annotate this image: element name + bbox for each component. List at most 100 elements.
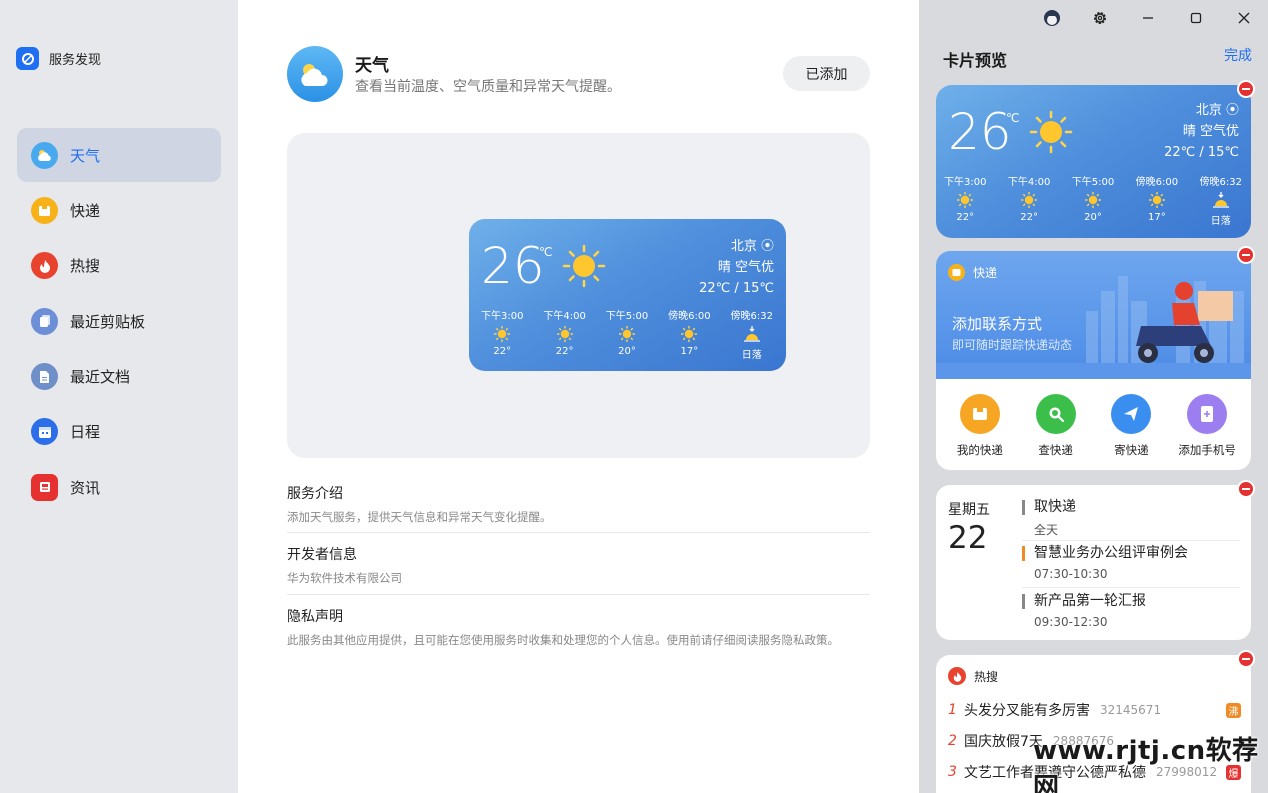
sidebar-item-label: 日程 xyxy=(70,423,101,442)
send-express-button[interactable]: 寄快递 xyxy=(1095,394,1167,458)
hot-title: 头发分叉能有多厉害 xyxy=(964,703,1090,719)
window-controls xyxy=(1028,0,1268,36)
remove-express-card-button[interactable] xyxy=(1237,246,1255,264)
hour-temperature: 17° xyxy=(680,346,699,357)
clipboard-icon xyxy=(31,307,58,335)
hot-search-header: 热搜 xyxy=(948,667,998,685)
info-text: 华为软件技术有限公司 xyxy=(287,571,402,585)
express-icon xyxy=(31,196,58,224)
city-name: 北京 xyxy=(1195,103,1222,118)
rank: 3 xyxy=(948,764,957,780)
hour-time: 傍晚6:00 xyxy=(668,311,711,322)
app-title: 服务发现 xyxy=(49,53,102,68)
sidebar-item-label: 最近文档 xyxy=(70,368,131,387)
divider xyxy=(1022,587,1240,588)
hot-search-icon xyxy=(31,252,58,280)
add-phone-button[interactable]: 添加手机号 xyxy=(1171,394,1243,458)
weather-condition: 晴 空气优 xyxy=(1182,124,1239,139)
sidebar-nav: 天气 快递 热搜 最近剪贴板 最近文档 日程 资讯 xyxy=(17,128,221,516)
weather-summary: 北京 ⦿ 晴 空气优 22℃ / 15℃ xyxy=(1164,100,1239,163)
settings-gear-icon[interactable] xyxy=(1076,0,1124,36)
maximize-icon[interactable] xyxy=(1172,0,1220,36)
remove-schedule-card-button[interactable] xyxy=(1237,480,1255,498)
location-icon: ⦿ xyxy=(760,239,774,254)
divider xyxy=(1022,540,1240,541)
weekday: 星期五 xyxy=(948,502,990,518)
location-icon: ⦿ xyxy=(1225,103,1239,118)
news-icon xyxy=(31,473,58,501)
minimize-icon[interactable] xyxy=(1124,0,1172,36)
hot-badge: 沸 xyxy=(1226,702,1241,718)
check-express-button[interactable]: 查快递 xyxy=(1020,394,1092,458)
city-name: 北京 xyxy=(730,239,757,254)
card-preview-panel: 卡片预览 完成 26 ℃ 北京 ⦿ 晴 空气优 22℃ / 15℃ 下午3:00… xyxy=(919,0,1268,793)
action-label: 我的快递 xyxy=(956,443,1003,457)
sidebar-item-express[interactable]: 快递 xyxy=(17,183,221,237)
add-phone-icon xyxy=(1187,394,1228,434)
hot-title: 国庆放假7天 xyxy=(964,734,1043,750)
hourly-forecast: 下午3:00 22° 下午4:00 22° 下午5:00 20° 傍晚6:00 17° … xyxy=(481,307,773,361)
sidebar-item-weather[interactable]: 天气 xyxy=(17,128,221,182)
panel-title: 卡片预览 xyxy=(943,51,1008,70)
hour-temperature: 17° xyxy=(1147,212,1166,223)
info-text: 此服务由其他应用提供，且可能在您使用服务时收集和处理您的个人信息。使用前请仔细阅… xyxy=(287,633,839,647)
info-developer[interactable]: 开发者信息 华为软件技术有限公司 xyxy=(287,544,870,586)
hour-time: 下午3:00 xyxy=(481,311,524,322)
hot-search-row[interactable]: 1 头发分叉能有多厉害 32145671 沸 xyxy=(948,700,1241,720)
info-privacy[interactable]: 隐私声明 此服务由其他应用提供，且可能在您使用服务时收集和处理您的个人信息。使用… xyxy=(287,606,870,648)
sidebar: 服务发现 天气 快递 热搜 最近剪贴板 最近文档 日程 资讯 xyxy=(0,0,238,793)
remove-weather-card-button[interactable] xyxy=(1237,80,1255,98)
info-title: 隐私声明 xyxy=(287,609,343,625)
avatar-icon[interactable] xyxy=(1028,0,1076,36)
hourly-item: 傍晚6:32 日落 xyxy=(1200,173,1242,227)
hour-time: 下午5:00 xyxy=(605,311,649,322)
express-tag: 快递 xyxy=(948,264,997,281)
sidebar-item-documents[interactable]: 最近文档 xyxy=(17,350,221,404)
action-label: 查快递 xyxy=(1038,443,1073,457)
hot-search-tag: 热搜 xyxy=(974,669,999,684)
weather-summary: 北京 ⦿ 晴 空气优 22℃ / 15℃ xyxy=(699,236,774,299)
hourly-forecast: 下午3:00 22° 下午4:00 22° 下午5:00 20° 傍晚6:00 17° … xyxy=(944,173,1242,227)
sidebar-item-hot-search[interactable]: 热搜 xyxy=(17,239,221,293)
temperature-range: 22℃ / 15℃ xyxy=(1164,145,1239,160)
express-subtext: 即可随时跟踪快递动态 xyxy=(952,338,1073,352)
hour-time: 下午4:00 xyxy=(543,311,586,322)
done-button[interactable]: 完成 xyxy=(1224,45,1252,65)
weather-card-preview[interactable]: 26 ℃ 北京 ⦿ 晴 空气优 22℃ / 15℃ 下午3:00 22° 下午4:… xyxy=(469,219,786,371)
event-time: 全天 xyxy=(1034,523,1059,537)
sidebar-item-clipboard[interactable]: 最近剪贴板 xyxy=(17,294,221,348)
rank: 1 xyxy=(948,702,957,718)
schedule-event[interactable]: 取快递 全天 xyxy=(1022,500,1240,538)
app-logo-icon xyxy=(16,47,39,70)
action-label: 添加手机号 xyxy=(1178,443,1236,457)
close-icon[interactable] xyxy=(1220,0,1268,36)
sunset-icon xyxy=(1211,190,1231,210)
hour-temperature: 日落 xyxy=(741,350,762,361)
hourly-item: 傍晚6:00 17° xyxy=(1136,173,1178,227)
divider xyxy=(287,532,870,533)
schedule-event[interactable]: 智慧业务办公组评审例会 07:30-10:30 xyxy=(1022,546,1240,581)
added-button[interactable]: 已添加 xyxy=(783,56,870,91)
hot-count: 32145671 xyxy=(1100,703,1162,717)
schedule-event[interactable]: 新产品第一轮汇报 09:30-12:30 xyxy=(1022,594,1240,629)
sunset-icon xyxy=(742,324,762,344)
weather-card[interactable]: 26 ℃ 北京 ⦿ 晴 空气优 22℃ / 15℃ 下午3:00 22° 下午4:… xyxy=(936,85,1251,238)
sidebar-item-news[interactable]: 资讯 xyxy=(17,460,221,514)
current-temperature: 26 xyxy=(948,103,1012,161)
info-text: 添加天气服务，提供天气信息和异常天气变化提醒。 xyxy=(287,510,552,524)
express-card[interactable]: 快递 添加联系方式 即可随时跟踪快递动态 我的快递 查快递 寄快递 添加手机号 xyxy=(936,251,1251,470)
event-time: 07:30-10:30 xyxy=(1034,567,1108,581)
temperature-unit: ℃ xyxy=(1006,111,1020,125)
remove-hot-search-card-button[interactable] xyxy=(1237,650,1255,668)
hour-time: 下午5:00 xyxy=(1071,177,1115,188)
sun-icon xyxy=(561,243,607,293)
hourly-item: 下午5:00 20° xyxy=(1072,173,1114,227)
service-description: 查看当前温度、空气质量和异常天气提醒。 xyxy=(355,79,621,95)
my-express-button[interactable]: 我的快递 xyxy=(944,394,1016,458)
hourly-item: 下午4:00 22° xyxy=(1008,173,1050,227)
express-banner: 快递 添加联系方式 即可随时跟踪快递动态 xyxy=(936,251,1251,379)
sidebar-item-calendar[interactable]: 日程 xyxy=(17,405,221,459)
search-icon xyxy=(1035,394,1076,434)
info-service-intro: 服务介绍 添加天气服务，提供天气信息和异常天气变化提醒。 xyxy=(287,483,870,525)
schedule-card[interactable]: 星期五 22 取快递 全天 智慧业务办公组评审例会 07:30-10:30 新产… xyxy=(936,485,1251,640)
